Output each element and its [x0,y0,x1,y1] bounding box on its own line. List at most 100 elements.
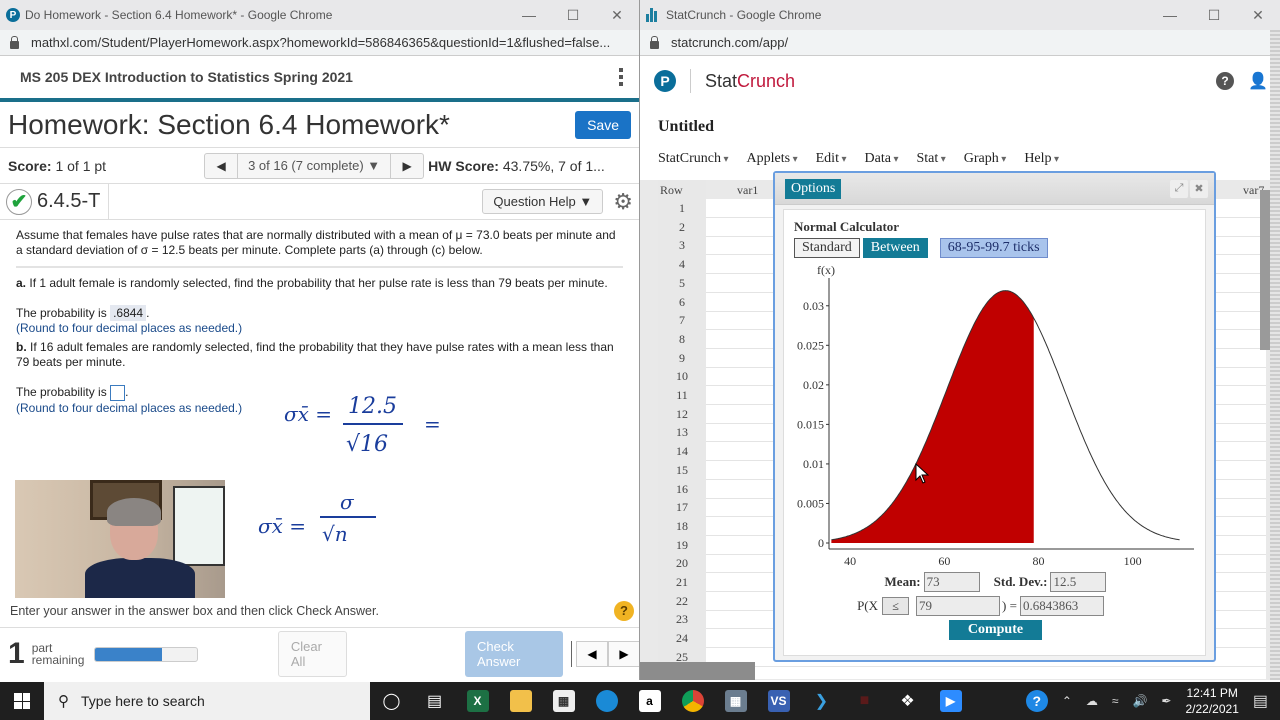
mean-input[interactable]: 73 [923,572,980,592]
question-select[interactable]: 3 of 16 (7 complete) ▼ [237,153,392,178]
menu-graph[interactable]: Graph [964,151,1007,167]
row-number[interactable]: 22 [658,594,706,609]
check-answer-button[interactable]: Check Answer [465,631,563,677]
menu-edit[interactable]: Edit [816,151,847,167]
row-number[interactable]: 23 [658,612,706,627]
x-value-input[interactable]: 79 [916,596,1001,616]
question-help-button[interactable]: Question Help ▼ [482,189,604,214]
horizontal-scrollbar[interactable] [640,662,755,680]
chrome-icon[interactable] [671,682,714,720]
help-tray-icon[interactable]: ? [1025,690,1048,712]
row-number[interactable]: 8 [658,332,706,347]
row-number[interactable]: 13 [658,425,706,440]
onedrive-icon[interactable]: ☁ [1086,694,1098,708]
tab-between[interactable]: Between [862,238,928,258]
row-number[interactable]: 12 [658,407,706,422]
sd-input[interactable]: 12.5 [1050,572,1107,592]
next-question-button[interactable]: ▶ [391,159,423,173]
y-tick-label: 0.005 [797,496,824,510]
row-number[interactable]: 3 [658,238,706,253]
ticks-toggle[interactable]: 68-95-99.7 ticks [939,238,1048,258]
row-number[interactable]: 4 [658,257,706,272]
row-number[interactable]: 2 [658,220,706,235]
close-button[interactable]: ✕ [1236,7,1280,24]
footer-prev-button[interactable]: ◀ [575,641,608,667]
menu-applets[interactable]: Applets [747,151,798,167]
maximize-button[interactable]: ☐ [551,7,595,24]
clock[interactable]: 12:41 PM 2/22/2021 [1185,685,1238,717]
menu-statcrunch[interactable]: StatCrunch [658,151,729,167]
row-number[interactable]: 14 [658,444,706,459]
user-icon[interactable]: 👤 [1248,71,1268,91]
dialog-close-icon[interactable]: ✖ [1190,179,1208,198]
row-number[interactable]: 17 [658,500,706,515]
kebab-menu-icon[interactable] [619,68,623,86]
excel-icon[interactable]: X [456,682,499,720]
row-number[interactable]: 1 [658,201,706,216]
app-bolt-icon[interactable]: ❯ [800,682,843,720]
visual-studio-icon[interactable]: VS [757,682,800,720]
course-header: MS 205 DEX Introduction to Statistics Sp… [0,56,639,102]
cortana-icon[interactable]: ◯ [370,682,413,720]
gear-icon[interactable]: ⚙ [613,189,633,215]
right-url[interactable]: statcrunch.com/app/ [671,35,788,50]
row-number[interactable]: 24 [658,631,706,646]
dropbox-icon[interactable]: ❖ [886,682,929,720]
footer-next-button[interactable]: ▶ [607,641,639,667]
expand-icon[interactable]: ⤢ [1170,179,1188,198]
row-number[interactable]: 21 [658,575,706,590]
task-view-icon[interactable]: ▤ [413,682,456,720]
row-number[interactable]: 10 [658,369,706,384]
calculator-icon[interactable]: ▦ [714,682,757,720]
row-number[interactable]: 9 [658,351,706,366]
start-button[interactable] [0,693,44,709]
minimize-button[interactable]: — [1148,7,1192,24]
left-url[interactable]: mathxl.com/Student/PlayerHomework.aspx?h… [31,35,610,50]
row-number[interactable]: 19 [658,538,706,553]
left-window-title: Do Homework - Section 6.4 Homework* - Go… [25,8,333,22]
right-window-title: StatCrunch - Google Chrome [666,8,822,22]
notifications-icon[interactable]: ▤ [1253,691,1268,711]
help-question-icon[interactable]: ? [614,601,634,621]
left-address-bar[interactable]: mathxl.com/Student/PlayerHomework.aspx?h… [0,30,639,56]
operator-select[interactable]: ≤ [882,597,910,615]
ink-equals-1: = [424,412,441,436]
menu-data[interactable]: Data [865,151,899,167]
part-b-answer-input[interactable] [110,385,126,401]
row-number[interactable]: 16 [658,482,706,497]
compute-button[interactable]: Compute [949,620,1042,640]
edge-icon[interactable] [585,682,628,720]
menu-stat[interactable]: Stat [916,151,945,167]
row-number[interactable]: 11 [658,388,706,403]
taskbar-search[interactable]: ⚲ Type here to search [44,682,370,720]
parts-progress-bar [94,646,198,662]
amazon-icon[interactable]: a [628,682,671,720]
row-number[interactable]: 5 [658,276,706,291]
row-number[interactable]: 20 [658,556,706,571]
col-header-var1[interactable]: var1 [737,183,758,198]
clock-date: 2/22/2021 [1185,702,1239,716]
zoom-icon[interactable]: ▶ [929,682,972,720]
row-number[interactable]: 7 [658,313,706,328]
row-number[interactable]: 18 [658,519,706,534]
wifi-icon[interactable]: ≈ [1112,694,1119,708]
maximize-button[interactable]: ☐ [1192,7,1236,24]
chevron-up-icon[interactable]: ⌃ [1062,694,1072,708]
store-icon[interactable]: ▦ [542,682,585,720]
minimize-button[interactable]: — [507,7,551,24]
pen-icon[interactable]: ✒ [1161,694,1171,708]
right-address-bar[interactable]: statcrunch.com/app/ [640,30,1280,56]
clear-all-button[interactable]: Clear All [277,631,347,677]
app-red-icon[interactable]: ■ [843,682,886,720]
row-number[interactable]: 6 [658,295,706,310]
options-button[interactable]: Options [785,178,842,199]
row-number[interactable]: 15 [658,463,706,478]
menu-help[interactable]: Help [1024,151,1059,167]
file-explorer-icon[interactable] [499,682,542,720]
tab-standard[interactable]: Standard [794,238,860,258]
help-icon[interactable]: ? [1216,72,1235,90]
save-button[interactable]: Save [575,110,631,139]
prev-question-button[interactable]: ◀ [205,159,237,173]
close-button[interactable]: ✕ [595,7,639,24]
volume-icon[interactable]: 🔊 [1132,694,1147,708]
